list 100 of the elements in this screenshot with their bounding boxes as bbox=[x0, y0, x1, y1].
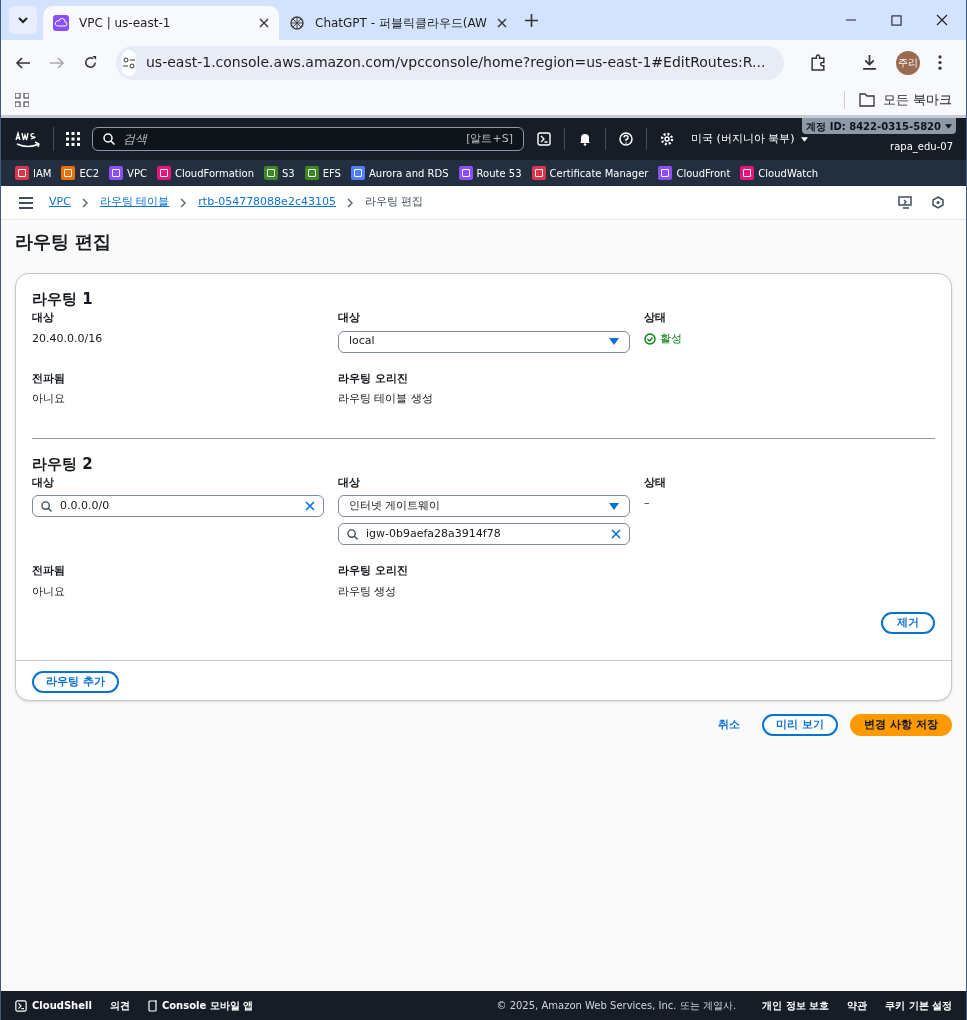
clear-icon[interactable] bbox=[305, 501, 315, 511]
browser-tab[interactable]: VPC | us-east-1 bbox=[43, 6, 279, 40]
user-name[interactable]: rapa_edu-07 bbox=[890, 139, 953, 154]
field-label: 대상 bbox=[338, 474, 361, 491]
site-settings-icon[interactable] bbox=[122, 55, 136, 70]
status-indicator: 활성 bbox=[644, 330, 935, 347]
add-route-button[interactable]: 라우팅 추가 bbox=[32, 671, 119, 694]
field-value: 라우팅 생성 bbox=[338, 583, 398, 600]
mobile-app-link[interactable]: Console 모바일 앱 bbox=[147, 998, 254, 1013]
breadcrumb-link[interactable]: rtb-054778088e2c43105 bbox=[198, 194, 336, 211]
field-label: 상태 bbox=[644, 474, 667, 491]
status-value: – bbox=[644, 495, 651, 511]
cloudshell-link[interactable]: CloudShell bbox=[15, 998, 92, 1013]
close-icon[interactable] bbox=[936, 14, 948, 26]
search-icon bbox=[41, 500, 52, 512]
browser-tab[interactable]: ChatGPT - 퍼블릭클라우드(AW bbox=[279, 6, 515, 40]
field-label: 라우팅 오리진 bbox=[338, 370, 409, 387]
service-shortcut[interactable]: S3 bbox=[264, 165, 295, 181]
service-shortcut[interactable]: EC2 bbox=[61, 165, 100, 181]
field-value: 아니요 bbox=[32, 391, 66, 407]
field-label: 라우팅 오리진 bbox=[338, 563, 409, 579]
monitor-icon[interactable] bbox=[898, 196, 912, 209]
help-icon[interactable] bbox=[619, 132, 633, 146]
field-value: 라우팅 테이블 생성 bbox=[338, 391, 434, 407]
plus-icon[interactable] bbox=[525, 14, 538, 27]
folder-icon bbox=[858, 93, 875, 107]
search-bar[interactable]: 검색 [알트+S] bbox=[92, 127, 524, 151]
check-circle-icon bbox=[644, 332, 656, 345]
preview-button[interactable]: 미리 보기 bbox=[762, 714, 839, 737]
chevron-right-icon bbox=[81, 197, 89, 208]
hexagon-icon[interactable] bbox=[932, 196, 944, 209]
phone-icon bbox=[147, 999, 158, 1012]
profile-avatar[interactable]: 주리 bbox=[896, 50, 920, 75]
close-icon[interactable] bbox=[496, 18, 507, 28]
chevron-right-icon bbox=[180, 197, 188, 208]
footer-link[interactable]: 약관 bbox=[847, 998, 868, 1013]
breadcrumb-current: 라우팅 편집 bbox=[364, 194, 424, 211]
close-icon[interactable] bbox=[259, 18, 269, 28]
bell-icon[interactable] bbox=[578, 132, 592, 146]
service-shortcut[interactable]: Aurora and RDS bbox=[350, 165, 449, 181]
more-icon[interactable] bbox=[938, 55, 942, 70]
cloud-icon bbox=[53, 15, 69, 31]
save-button[interactable]: 변경 사항 저장 bbox=[850, 714, 952, 737]
chevron-down-icon bbox=[17, 14, 29, 26]
route-title: 라우팅 2 bbox=[32, 454, 94, 473]
bookmarks-folder[interactable]: 모든 북마크 bbox=[858, 90, 952, 110]
field-value: 아니요 bbox=[32, 583, 66, 600]
feedback-link[interactable]: 의견 bbox=[109, 998, 130, 1013]
aws-logo-icon[interactable] bbox=[15, 130, 41, 148]
cancel-button[interactable]: 취소 bbox=[708, 714, 751, 737]
search-field[interactable]: 0.0.0.0/0 bbox=[32, 495, 324, 517]
service-shortcut[interactable]: CloudFormation bbox=[156, 165, 254, 181]
breadcrumb-link[interactable]: VPC bbox=[49, 194, 71, 211]
copyright-text: © 2025, Amazon Web Services, Inc. 또는 계열사. bbox=[496, 999, 737, 1013]
clear-icon[interactable] bbox=[611, 529, 621, 539]
field-label: 대상 bbox=[338, 310, 361, 326]
extensions-icon[interactable] bbox=[810, 54, 827, 71]
back-icon[interactable] bbox=[15, 54, 31, 71]
remove-button[interactable]: 제거 bbox=[881, 612, 935, 634]
service-shortcut[interactable]: IAM bbox=[15, 165, 52, 181]
settings-icon[interactable] bbox=[660, 132, 674, 146]
service-shortcut[interactable]: VPC bbox=[109, 165, 147, 181]
page-title: 라우팅 편집 bbox=[15, 230, 113, 254]
route-title: 라우팅 1 bbox=[32, 290, 94, 308]
field-label: 전파됨 bbox=[32, 370, 66, 387]
keyboard-shortcut: [알트+S] bbox=[466, 130, 513, 147]
target-select[interactable]: local bbox=[338, 330, 630, 353]
account-id-badge[interactable]: 계정 ID: 8422-0315-5820 bbox=[802, 118, 956, 134]
maximize-icon[interactable] bbox=[891, 15, 902, 26]
menu-icon[interactable] bbox=[19, 196, 33, 209]
target-select[interactable]: 인터넷 게이트웨이 bbox=[338, 495, 630, 517]
search-field[interactable]: igw-0b9aefa28a3914f78 bbox=[338, 523, 630, 545]
footer-link[interactable]: 개인 정보 보호 bbox=[762, 998, 830, 1013]
caret-down-icon bbox=[800, 136, 808, 142]
tab-list-button[interactable] bbox=[9, 6, 37, 34]
field-label: 대상 bbox=[32, 474, 55, 491]
download-icon[interactable] bbox=[861, 54, 878, 71]
service-shortcut[interactable]: Certificate Manager bbox=[531, 165, 649, 181]
chevron-right-icon bbox=[346, 197, 354, 208]
field-value: 20.40.0.0/16 bbox=[32, 330, 104, 347]
search-icon bbox=[347, 528, 358, 540]
search-icon bbox=[103, 133, 115, 145]
terminal-icon bbox=[15, 999, 27, 1012]
field-label: 상태 bbox=[644, 310, 667, 326]
caret-down-icon bbox=[609, 502, 619, 510]
service-shortcut[interactable]: EFS bbox=[304, 165, 341, 181]
service-shortcut[interactable]: CloudFront bbox=[658, 165, 731, 181]
search-input[interactable]: 검색 bbox=[123, 130, 459, 148]
apps-grid-icon[interactable] bbox=[66, 132, 80, 146]
terminal-icon[interactable] bbox=[537, 132, 551, 146]
field-label: 전파됨 bbox=[32, 563, 66, 579]
footer-link[interactable]: 쿠키 기본 설정 bbox=[885, 998, 952, 1013]
service-shortcut[interactable]: CloudWatch bbox=[740, 165, 819, 181]
reload-icon[interactable] bbox=[83, 55, 98, 70]
service-shortcut[interactable]: Route 53 bbox=[458, 165, 522, 181]
caret-down-icon bbox=[945, 123, 952, 129]
breadcrumb-link[interactable]: 라우팅 테이블 bbox=[99, 194, 170, 211]
caret-down-icon bbox=[609, 338, 619, 345]
field-label: 대상 bbox=[32, 310, 55, 326]
address-bar[interactable]: us-east-1.console.aws.amazon.com/vpcconsole/home?region=us-east-1#EditRoutes:R... bbox=[116, 45, 784, 80]
